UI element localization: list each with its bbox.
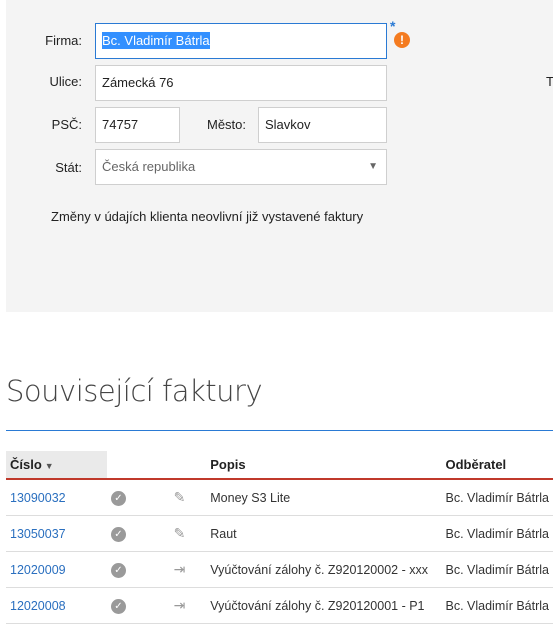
client-change-note: Změny v údajích klienta neovlivní již vy… <box>51 209 364 224</box>
ulice-input[interactable]: Zámecká 76 <box>95 65 387 101</box>
edit-icon: ✎ <box>173 489 186 505</box>
table-row[interactable]: 13090032 ✓ ✎ Money S3 Lite Bc. Vladimír … <box>6 479 553 516</box>
invoices-table: Číslo ▼ Popis Odběratel 13090032 ✓ ✎ Mone… <box>6 451 553 624</box>
mesto-label: Město: <box>206 117 246 132</box>
invoice-description: Vyúčtování zálohy č. Z920120002 - xxx <box>206 551 442 588</box>
section-divider <box>6 430 553 431</box>
check-icon: ✓ <box>110 598 126 614</box>
column-header-popis[interactable]: Popis <box>206 451 442 480</box>
invoice-description: Raut <box>206 515 442 552</box>
chevron-down-icon: ▼ <box>368 161 378 172</box>
column-header-cislo[interactable]: Číslo ▼ <box>6 451 107 480</box>
table-row[interactable]: 12020009 ✓ ⇥ Vyúčtování zálohy č. Z92012… <box>6 551 553 588</box>
firma-value: Bc. Vladimír Bátrla <box>102 32 210 49</box>
invoice-number-link[interactable]: 13090032 <box>6 479 107 516</box>
check-icon: ✓ <box>110 562 126 578</box>
side-label: T <box>546 74 553 89</box>
section-title: Související faktury <box>6 374 263 408</box>
ulice-label: Ulice: <box>49 74 82 89</box>
edit-icon: ✎ <box>173 525 186 541</box>
psc-input[interactable]: 74757 <box>95 107 180 143</box>
warning-icon: ! <box>394 32 410 48</box>
mesto-input[interactable]: Slavkov <box>258 107 387 143</box>
sort-desc-icon: ▼ <box>44 461 54 471</box>
invoice-number-link[interactable]: 13050037 <box>6 515 107 552</box>
invoice-description: Vyúčtování zálohy č. Z920120001 - P1 <box>206 587 442 624</box>
export-icon: ⇥ <box>173 597 186 613</box>
psc-label: PSČ: <box>51 117 82 132</box>
export-icon: ⇥ <box>173 561 186 577</box>
invoice-customer: Bc. Vladimír Bátrla <box>441 515 553 552</box>
stat-value: Česká republika <box>102 159 196 174</box>
invoice-number-link[interactable]: 12020009 <box>6 551 107 588</box>
firma-input[interactable]: Bc. Vladimír Bátrla <box>95 23 387 59</box>
column-header-icon <box>169 451 207 480</box>
check-icon: ✓ <box>110 490 126 506</box>
firma-label: Firma: <box>45 33 82 48</box>
invoice-customer: Bc. Vladimír Bátrla <box>441 551 553 588</box>
invoice-customer: Bc. Vladimír Bátrla <box>441 479 553 516</box>
stat-select[interactable]: Česká republika ▼ <box>95 149 387 185</box>
table-row[interactable]: 13050037 ✓ ✎ Raut Bc. Vladimír Bátrla <box>6 515 553 552</box>
invoice-description: Money S3 Lite <box>206 479 442 516</box>
invoice-number-link[interactable]: 12020008 <box>6 587 107 624</box>
stat-label: Stát: <box>55 160 82 175</box>
check-icon: ✓ <box>110 526 126 542</box>
column-header-status <box>106 451 170 480</box>
column-header-odberatel[interactable]: Odběratel <box>441 451 553 480</box>
required-marker: * <box>390 18 396 34</box>
table-row[interactable]: 12020008 ✓ ⇥ Vyúčtování zálohy č. Z92012… <box>6 587 553 624</box>
invoice-customer: Bc. Vladimír Bátrla <box>441 587 553 624</box>
